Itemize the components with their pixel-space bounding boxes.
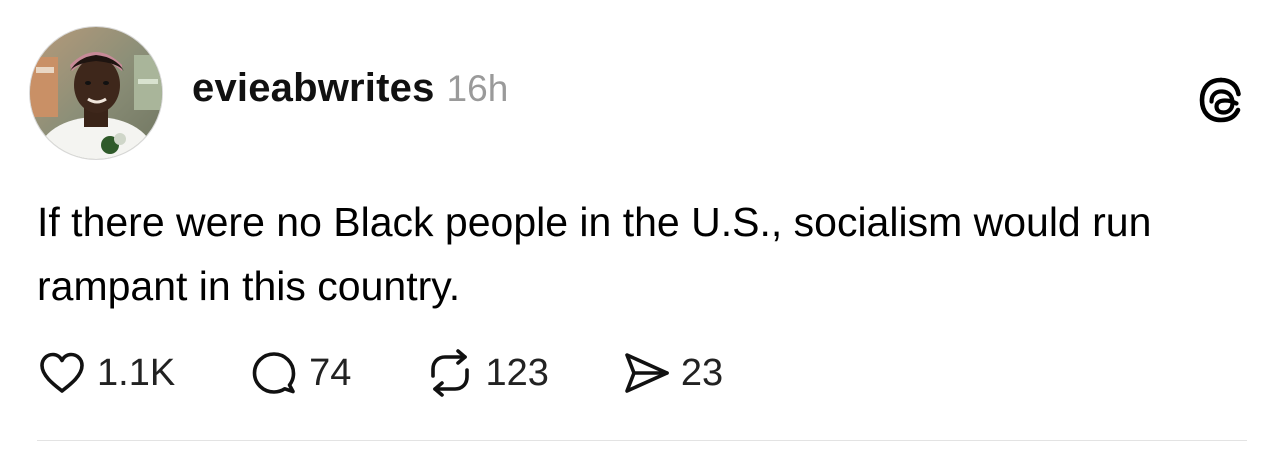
speech-bubble-icon <box>249 348 299 398</box>
avatar-photo <box>30 27 162 159</box>
share-count: 23 <box>680 351 724 394</box>
reply-count: 74 <box>309 351 352 394</box>
paper-plane-icon <box>621 348 671 398</box>
avatar[interactable] <box>30 27 162 159</box>
timestamp[interactable]: 16h <box>447 68 509 110</box>
repost-arrows-icon <box>425 348 475 398</box>
post-actions: 1.1K 74 123 23 <box>37 345 723 401</box>
repost-button[interactable]: 123 <box>425 348 549 398</box>
repost-count: 123 <box>485 351 549 394</box>
post-header: evieabwrites 16h <box>192 66 508 122</box>
post-divider <box>37 440 1247 441</box>
post-body-text: If there were no Black people in the U.S… <box>37 199 1152 309</box>
like-count: 1.1K <box>97 351 176 394</box>
threads-logo-icon[interactable] <box>1198 77 1244 123</box>
share-button[interactable]: 23 <box>621 348 723 398</box>
reply-button[interactable]: 74 <box>249 348 351 398</box>
threads-post: evieabwrites 16h If there were no Black … <box>0 0 1284 454</box>
like-button[interactable]: 1.1K <box>37 348 175 398</box>
heart-icon <box>37 348 87 398</box>
username-link[interactable]: evieabwrites <box>192 66 435 111</box>
